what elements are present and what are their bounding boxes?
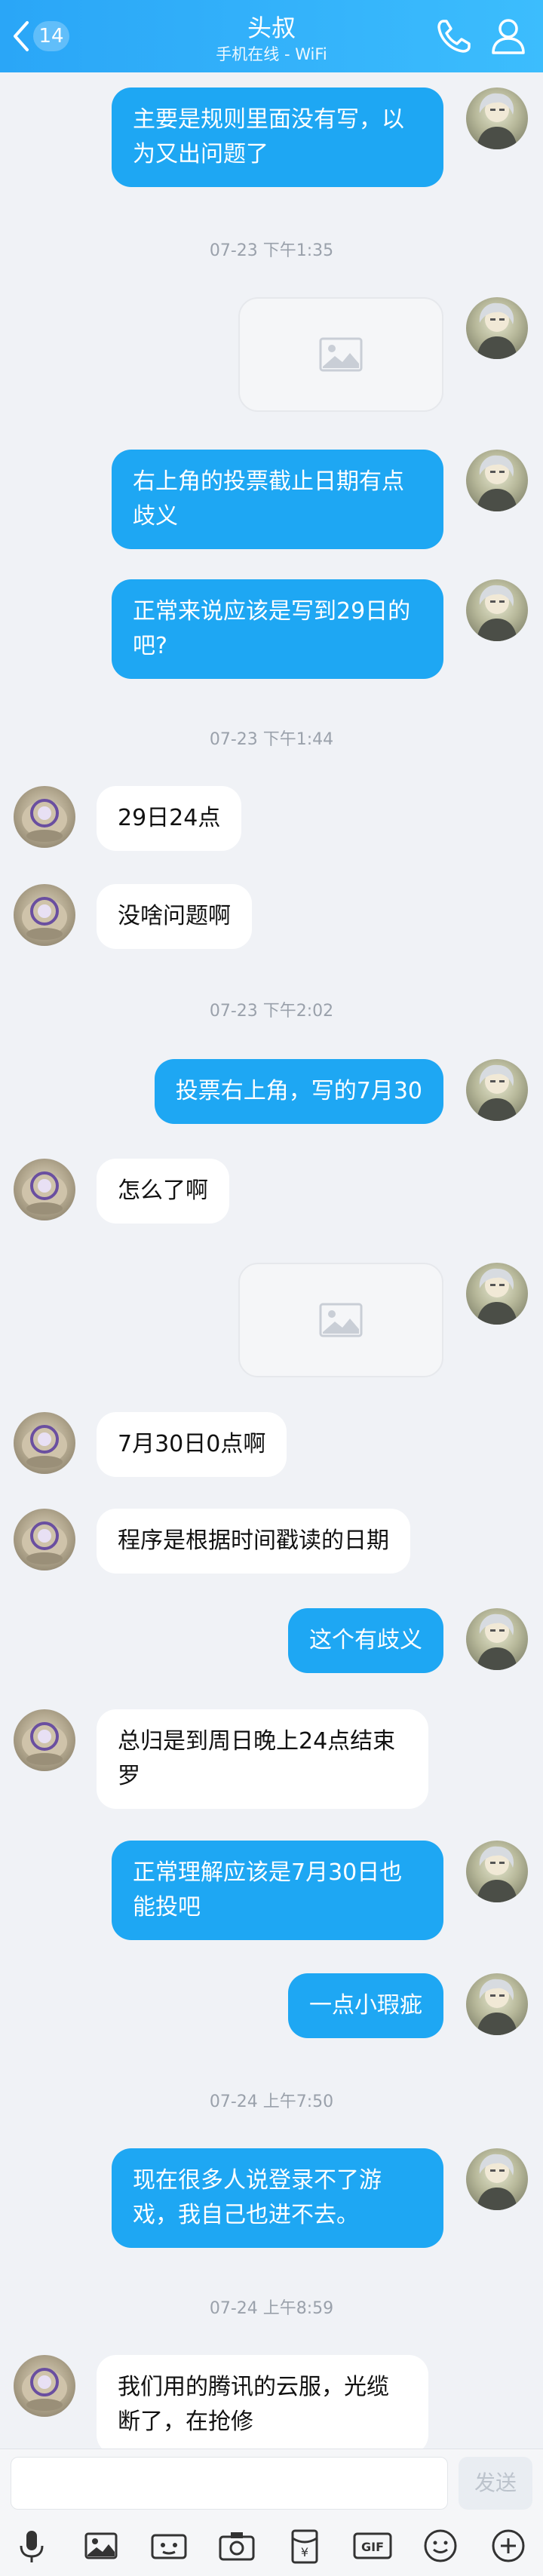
my-avatar[interactable] [466, 88, 528, 149]
gif-icon: GIF [353, 2532, 392, 2559]
send-button[interactable]: 发送 [459, 2457, 532, 2510]
mic-button[interactable] [11, 2525, 53, 2567]
message-list[interactable]: 07-23 下午1:35 07-23 下午1:44 07-23 下午2:02 07-2… [0, 72, 543, 2455]
svg-text:¥: ¥ [301, 2545, 308, 2559]
input-bar: 发送 ¥ GIF [0, 2449, 543, 2576]
user-icon [492, 19, 525, 54]
message-bubble[interactable]: 正常来说应该是写到29日的吧? [112, 579, 443, 679]
message-bubble[interactable]: 7月30日0点啊 [97, 1412, 287, 1477]
message-bubble[interactable]: 总归是到周日晚上24点结束罗 [97, 1709, 428, 1809]
message-bubble[interactable]: 现在很多人说登录不了游戏，我自己也进不去。 [112, 2148, 443, 2248]
timestamp: 07-23 下午1:35 [209, 241, 334, 260]
picture-button[interactable] [80, 2525, 122, 2567]
timestamp: 07-24 上午7:50 [209, 2092, 334, 2111]
message-bubble[interactable]: 这个有歧义 [288, 1608, 443, 1673]
timestamp: 07-23 下午2:02 [209, 1002, 334, 1021]
message-bubble[interactable]: 投票右上角，写的7月30 [154, 1059, 443, 1124]
contact-avatar[interactable] [14, 1412, 75, 1474]
my-avatar[interactable] [466, 1841, 528, 1902]
message-bubble[interactable]: 程序是根据时间戳读的日期 [97, 1509, 410, 1574]
my-avatar[interactable] [466, 1263, 528, 1325]
video-icon [151, 2534, 187, 2559]
image-placeholder-icon [319, 1303, 363, 1337]
svg-text:GIF: GIF [361, 2540, 384, 2554]
my-avatar[interactable] [466, 297, 528, 359]
my-avatar[interactable] [466, 1608, 528, 1670]
message-bubble[interactable]: 29日24点 [97, 786, 242, 851]
my-avatar[interactable] [466, 1973, 528, 2035]
contact-avatar[interactable] [14, 1709, 75, 1771]
phone-icon [437, 20, 471, 53]
mic-icon [20, 2531, 44, 2562]
my-avatar[interactable] [466, 450, 528, 511]
emoji-icon [424, 2529, 457, 2562]
gif-button[interactable]: GIF [351, 2525, 394, 2567]
message-bubble[interactable]: 一点小瑕疵 [288, 1973, 443, 2038]
camera-button[interactable] [216, 2525, 258, 2567]
my-avatar[interactable] [466, 2148, 528, 2210]
camera-icon [219, 2532, 255, 2561]
contact-avatar[interactable] [14, 1509, 75, 1570]
message-bubble[interactable]: 没啥问题啊 [97, 884, 252, 949]
input-toolbar: ¥ GIF [0, 2525, 543, 2570]
message-bubble[interactable]: 怎么了啊 [97, 1159, 229, 1224]
message-bubble[interactable]: 我们用的腾讯的云服，光缆断了，在抢修 [97, 2355, 428, 2455]
red-packet-icon: ¥ [291, 2529, 318, 2564]
plus-icon [492, 2529, 525, 2562]
picture-icon [84, 2532, 118, 2559]
call-button[interactable] [433, 15, 475, 57]
timestamp: 07-23 下午1:44 [209, 730, 334, 749]
image-message[interactable] [238, 1263, 443, 1377]
contact-avatar[interactable] [14, 2355, 75, 2417]
contact-avatar[interactable] [14, 1159, 75, 1220]
message-bubble[interactable]: 右上角的投票截止日期有点歧义 [112, 450, 443, 549]
image-message[interactable] [238, 297, 443, 412]
image-placeholder-icon [319, 337, 363, 372]
my-avatar[interactable] [466, 1059, 528, 1121]
my-avatar[interactable] [466, 579, 528, 641]
timestamp: 07-24 上午8:59 [209, 2299, 334, 2318]
message-bubble[interactable]: 主要是规则里面没有写，以为又出问题了 [112, 88, 443, 187]
emoji-button[interactable] [419, 2525, 462, 2567]
contact-avatar[interactable] [14, 884, 75, 946]
message-bubble[interactable]: 正常理解应该是7月30日也能投吧 [112, 1841, 443, 1940]
red-packet-button[interactable]: ¥ [284, 2525, 326, 2567]
contact-avatar[interactable] [14, 786, 75, 848]
video-button[interactable] [148, 2525, 190, 2567]
plus-button[interactable] [487, 2525, 529, 2567]
chat-header: 14 头叔 手机在线 - WiFi [0, 0, 543, 72]
message-input[interactable] [11, 2457, 448, 2510]
profile-button[interactable] [487, 15, 529, 57]
